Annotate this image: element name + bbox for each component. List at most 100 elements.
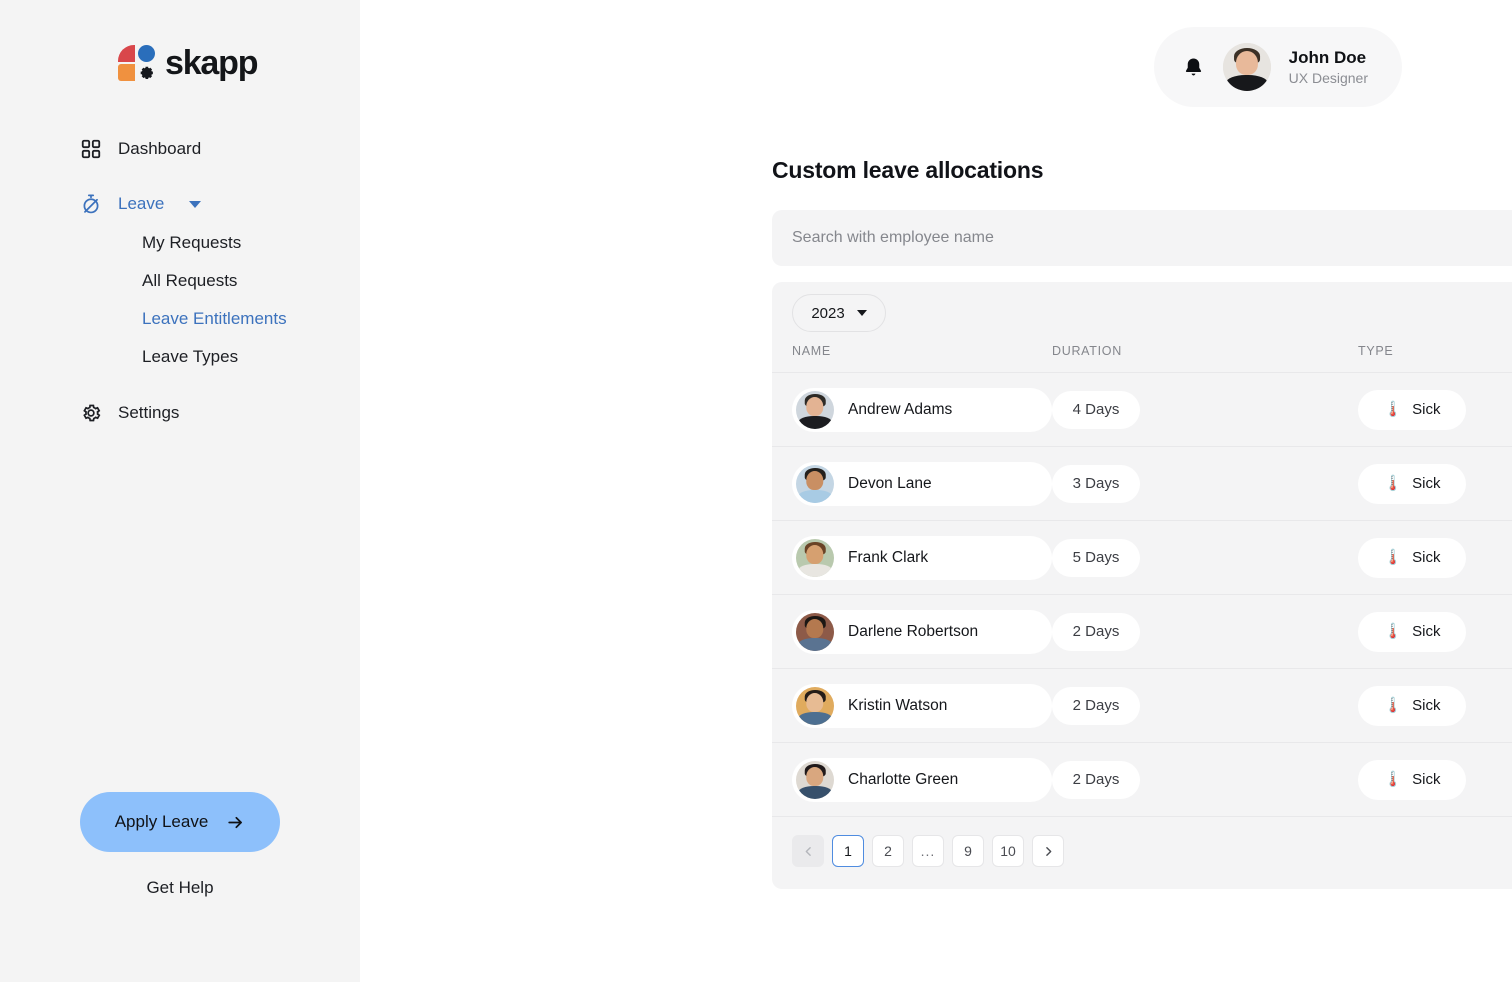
chevron-down-icon (856, 310, 867, 316)
duration-chip: 5 Days (1052, 538, 1140, 577)
pagination-page-9[interactable]: 9 (952, 835, 984, 867)
table-row[interactable]: Frank Clark 5 Days 🌡️ Sick (772, 520, 1512, 594)
allocations-table-card: 2023 Filter NAME DURATION (772, 282, 1512, 889)
skapp-logo-icon (118, 44, 156, 83)
type-chip: 🌡️ Sick (1358, 537, 1466, 578)
type-chip: 🌡️ Sick (1358, 389, 1466, 430)
get-help-link[interactable]: Get Help (0, 878, 360, 898)
pagination-page-2[interactable]: 2 (872, 835, 904, 867)
sidebar-subitem-all-requests[interactable]: All Requests (0, 262, 360, 300)
type-cell: 🌡️ Sick (1358, 463, 1512, 504)
duration-cell: 5 Days (1052, 538, 1358, 577)
pagination-prev[interactable] (792, 835, 824, 867)
duration-chip: 2 Days (1052, 686, 1140, 725)
main-content: John Doe UX Designer Custom leave alloca… (360, 0, 1512, 982)
brand-name: skapp (165, 44, 258, 82)
thermometer-icon: 🌡️ (1383, 623, 1403, 640)
sidebar-subitem-leave-entitlements[interactable]: Leave Entitlements (0, 300, 360, 338)
employee-name: Devon Lane (848, 474, 932, 492)
employee-name-chip: Charlotte Green (792, 757, 1052, 802)
duration-chip: 2 Days (1052, 612, 1140, 651)
year-select[interactable]: 2023 (792, 294, 886, 332)
sidebar-subitem-label: All Requests (142, 271, 238, 290)
avatar (796, 612, 834, 651)
sidebar-item-label: Dashboard (118, 139, 202, 158)
thermometer-icon: 🌡️ (1383, 771, 1403, 788)
search-bar[interactable] (772, 210, 1512, 266)
pagination-next[interactable] (1032, 835, 1064, 867)
type-cell: 🌡️ Sick (1358, 685, 1512, 726)
column-header-type: TYPE (1358, 344, 1394, 358)
type-label: Sick (1412, 697, 1441, 714)
sidebar: skapp Dashboard Leave My Requests All Re… (0, 0, 360, 982)
stopwatch-icon (80, 193, 102, 215)
sidebar-item-leave[interactable]: Leave (0, 184, 360, 224)
employee-name-chip: Devon Lane (792, 461, 1052, 506)
sidebar-nav: Dashboard Leave My Requests All Requests… (0, 129, 360, 433)
type-chip: 🌡️ Sick (1358, 759, 1466, 800)
duration-chip: 4 Days (1052, 390, 1140, 429)
chevron-right-icon (1042, 845, 1055, 858)
type-cell: 🌡️ Sick (1358, 389, 1512, 430)
pagination-ellipsis: ... (912, 835, 944, 867)
year-value: 2023 (811, 304, 845, 322)
user-role: UX Designer (1288, 69, 1368, 86)
avatar (796, 686, 834, 725)
type-label: Sick (1412, 549, 1441, 566)
duration-cell: 2 Days (1052, 760, 1358, 799)
sidebar-item-dashboard[interactable]: Dashboard (0, 129, 360, 169)
thermometer-icon: 🌡️ (1383, 697, 1403, 714)
pagination-page-10[interactable]: 10 (992, 835, 1024, 867)
employee-name: Andrew Adams (848, 400, 953, 418)
duration-cell: 2 Days (1052, 612, 1358, 651)
duration-cell: 4 Days (1052, 390, 1358, 429)
employee-name-chip: Frank Clark (792, 535, 1052, 580)
type-chip: 🌡️ Sick (1358, 463, 1466, 504)
type-chip: 🌡️ Sick (1358, 685, 1466, 726)
gear-icon (80, 402, 102, 424)
thermometer-icon: 🌡️ (1383, 549, 1403, 566)
table-row[interactable]: Andrew Adams 4 Days 🌡️ Sick (772, 372, 1512, 446)
brand-logo[interactable]: skapp (0, 0, 360, 83)
page-title: Custom leave allocations (772, 156, 1044, 183)
sidebar-subitem-label: Leave Entitlements (142, 309, 287, 328)
duration-cell: 3 Days (1052, 464, 1358, 503)
type-label: Sick (1412, 401, 1441, 418)
search-input[interactable] (792, 229, 1512, 247)
pagination: 1 2 ... 9 10 (772, 816, 1512, 889)
employee-name: Darlene Robertson (848, 622, 979, 640)
table-row[interactable]: Charlotte Green 2 Days 🌡️ Sick (772, 742, 1512, 816)
employee-name-chip: Darlene Robertson (792, 609, 1052, 654)
chevron-left-icon (802, 845, 815, 858)
type-label: Sick (1412, 771, 1441, 788)
apply-leave-label: Apply Leave (114, 812, 209, 831)
get-help-label: Get Help (146, 878, 214, 897)
chevron-down-icon (189, 200, 202, 208)
employee-name-chip: Kristin Watson (792, 683, 1052, 728)
table-row[interactable]: Kristin Watson 2 Days 🌡️ Sick (772, 668, 1512, 742)
column-header-duration: DURATION (1052, 344, 1122, 358)
type-cell: 🌡️ Sick (1358, 611, 1512, 652)
bell-icon[interactable] (1182, 55, 1205, 80)
sidebar-subitem-label: Leave Types (142, 347, 239, 366)
sidebar-subitem-label: My Requests (142, 233, 242, 252)
column-header-name: NAME (792, 344, 831, 358)
table-row[interactable]: Devon Lane 3 Days 🌡️ Sick (772, 446, 1512, 520)
type-chip: 🌡️ Sick (1358, 611, 1466, 652)
app-root: skapp Dashboard Leave My Requests All Re… (0, 0, 1512, 982)
sidebar-item-label: Leave (118, 194, 165, 213)
grid-icon (80, 138, 102, 160)
sidebar-item-settings[interactable]: Settings (0, 393, 360, 433)
employee-name: Kristin Watson (848, 696, 948, 714)
type-label: Sick (1412, 475, 1441, 492)
user-profile-card[interactable]: John Doe UX Designer (1153, 27, 1402, 107)
user-meta: John Doe UX Designer (1289, 47, 1368, 88)
table-row[interactable]: Darlene Robertson 2 Days 🌡️ Sick (772, 594, 1512, 668)
type-cell: 🌡️ Sick (1358, 537, 1512, 578)
pagination-page-1[interactable]: 1 (832, 835, 864, 867)
avatar (796, 760, 834, 799)
sidebar-leave-group: Leave My Requests All Requests Leave Ent… (0, 184, 360, 376)
sidebar-subitem-leave-types[interactable]: Leave Types (0, 338, 360, 376)
apply-leave-button[interactable]: Apply Leave (80, 792, 280, 852)
sidebar-subitem-my-requests[interactable]: My Requests (0, 224, 360, 262)
